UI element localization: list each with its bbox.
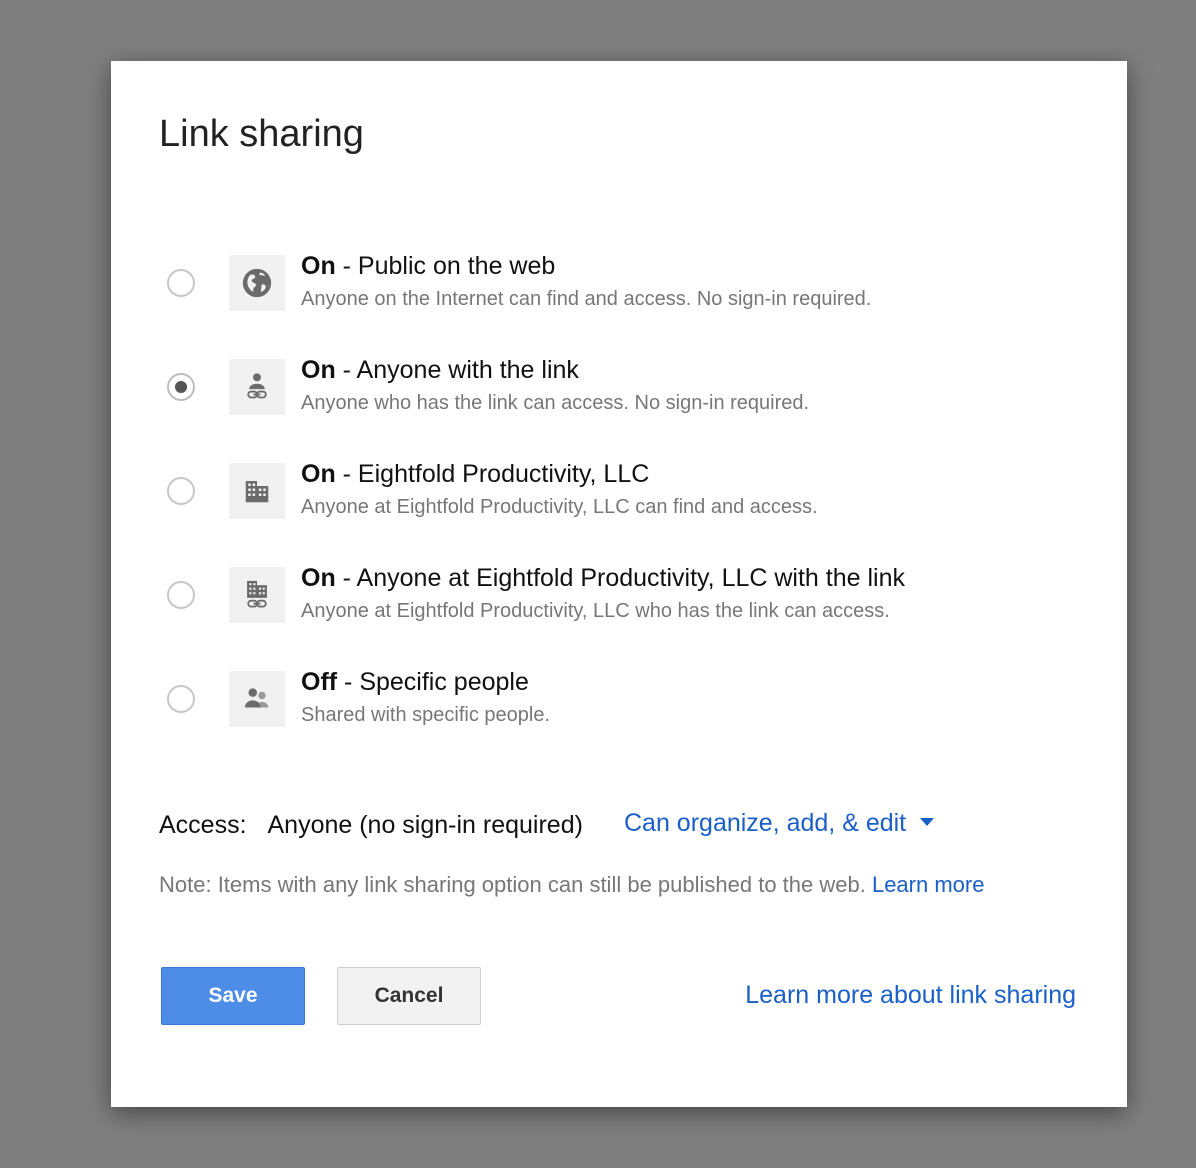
option-state: On	[301, 252, 336, 280]
option-label: - Anyone at Eightfold Productivity, LLC …	[335, 564, 905, 592]
option-description: Shared with specific people.	[301, 704, 551, 726]
option-label: - Public on the web	[335, 252, 556, 280]
caret-down-icon	[920, 818, 935, 827]
option-state: On	[301, 460, 336, 488]
link-sharing-dialog: Link sharing On - Public on the web Anyo…	[111, 61, 1127, 1107]
radio-public-on-web[interactable]	[167, 269, 195, 297]
option-domain[interactable]: On - Eightfold Productivity, LLC Anyone …	[167, 460, 1087, 533]
access-label: Access:	[159, 811, 247, 839]
permission-dropdown-label: Can organize, add, & edit	[624, 809, 907, 837]
option-label: - Eightfold Productivity, LLC	[335, 460, 650, 488]
building-link-icon	[229, 567, 285, 623]
option-description: Anyone who has the link can access. No s…	[301, 392, 810, 414]
access-row: Access: Anyone (no sign-in required) Can…	[159, 809, 935, 841]
save-button[interactable]: Save	[161, 967, 305, 1025]
option-label: - Specific people	[337, 668, 529, 696]
radio-specific-people[interactable]	[167, 685, 195, 713]
radio-anyone-with-link[interactable]	[167, 373, 195, 401]
cancel-button[interactable]: Cancel	[337, 967, 481, 1025]
option-anyone-with-link[interactable]: On - Anyone with the link Anyone who has…	[167, 356, 1087, 429]
option-state: On	[301, 356, 336, 384]
people-icon	[229, 671, 285, 727]
note-text: Note: Items with any link sharing option…	[159, 872, 872, 897]
radio-selected-dot	[175, 381, 187, 393]
option-state: On	[301, 564, 336, 592]
access-value: Anyone (no sign-in required)	[267, 811, 583, 839]
option-description: Anyone at Eightfold Productivity, LLC ca…	[301, 496, 818, 518]
publish-note: Note: Items with any link sharing option…	[159, 871, 984, 899]
globe-icon	[229, 255, 285, 311]
learn-more-link[interactable]: Learn more	[872, 872, 985, 897]
option-public-on-web[interactable]: On - Public on the web Anyone on the Int…	[167, 252, 1087, 325]
building-icon	[229, 463, 285, 519]
option-state: Off	[301, 668, 338, 696]
dialog-title: Link sharing	[159, 113, 364, 155]
person-link-icon	[229, 359, 285, 415]
option-description: Anyone at Eightfold Productivity, LLC wh…	[301, 600, 890, 622]
learn-more-link-sharing-link[interactable]: Learn more about link sharing	[745, 979, 1076, 1011]
option-label: - Anyone with the link	[335, 356, 579, 384]
radio-domain[interactable]	[167, 477, 195, 505]
option-domain-with-link[interactable]: On - Anyone at Eightfold Productivity, L…	[167, 564, 1087, 637]
option-description: Anyone on the Internet can find and acce…	[301, 288, 872, 310]
permission-dropdown[interactable]: Can organize, add, & edit	[624, 807, 935, 839]
radio-domain-with-link[interactable]	[167, 581, 195, 609]
option-specific-people[interactable]: Off - Specific people Shared with specif…	[167, 668, 1087, 741]
